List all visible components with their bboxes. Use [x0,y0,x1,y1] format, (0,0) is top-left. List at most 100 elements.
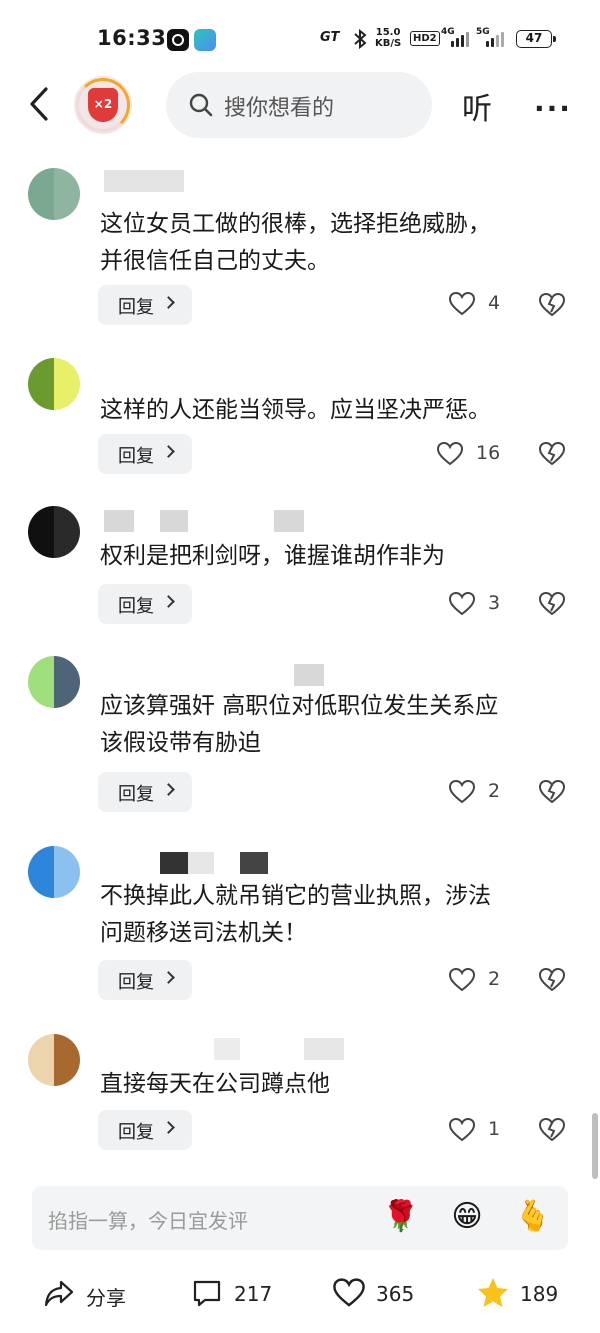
chevron-right-icon [162,296,175,309]
comments-button[interactable]: 217 [190,1276,290,1310]
like-count: 4 [488,292,501,314]
app-notification-icon [167,29,189,51]
like-post-button[interactable]: 365 [332,1276,432,1310]
comment-text: 不换掉此人就吊销它的营业执照，涉法 问题移送司法机关！ [100,878,560,952]
like-count: 1 [488,1118,501,1140]
reply-button[interactable]: 回复 [98,584,192,624]
shield-badge-icon: ×2 [88,88,118,122]
comments-count: 217 [234,1282,273,1306]
comment-line: 这位女员工做的很棒，选择拒绝威胁， [100,211,491,237]
top-header: ×2 搜你想看的 听 ··· [0,70,600,140]
user-avatar[interactable] [28,506,80,558]
chevron-right-icon [162,1121,175,1134]
like-count: 16 [476,442,501,464]
search-placeholder: 搜你想看的 [224,96,335,121]
star-icon [478,1278,508,1307]
comment-line: 这样的人还能当领导。应当坚决严惩。 [100,397,491,423]
likes-count: 365 [376,1282,415,1306]
like-button[interactable]: 2 [448,966,500,996]
heart-icon [448,967,476,992]
more-options-icon[interactable]: ··· [534,92,572,125]
comment-line: 应该算强奸 高职位对低职位发生关系应 [100,693,499,719]
chevron-right-icon [162,595,175,608]
search-input[interactable]: 搜你想看的 [166,72,432,138]
reply-button[interactable]: 回复 [98,285,192,325]
comment-line: 权利是把利剑呀，谁握谁胡作非为 [100,543,445,569]
back-icon[interactable] [22,84,58,124]
net-speed-unit: KB/S [375,38,402,49]
scrollbar[interactable] [592,1113,598,1179]
heart-icon [333,1278,365,1307]
broken-heart-icon[interactable] [538,440,566,468]
broken-heart-icon[interactable] [538,590,566,618]
broken-heart-icon[interactable] [538,966,566,994]
like-button[interactable]: 1 [448,1116,500,1146]
reply-label: 回复 [118,972,154,993]
bluetooth-icon [354,28,367,50]
heart-icon [448,591,476,616]
carrier-badge: GT [320,30,340,45]
heart-icon [448,291,476,316]
comment-line: 该假设带有胁迫 [100,730,261,756]
broken-heart-icon[interactable] [538,778,566,806]
grin-emoji-icon[interactable]: 😁 [448,1198,486,1236]
bottom-action-bar: 分享 217 365 189 [0,1262,600,1322]
like-button[interactable]: 4 [448,290,500,320]
broken-heart-icon[interactable] [538,291,566,319]
finger-heart-emoji-icon[interactable]: 🫰 [514,1198,552,1236]
share-icon [44,1280,74,1307]
like-button[interactable]: 16 [436,440,500,470]
reply-button[interactable]: 回复 [98,434,192,474]
user-avatar[interactable] [28,1034,80,1086]
comment-text: 直接每天在公司蹲点他 [100,1066,560,1103]
favorite-button[interactable]: 189 [476,1276,576,1310]
reward-badge[interactable]: ×2 [74,76,132,134]
comment-text: 这样的人还能当领导。应当坚决严惩。 [100,392,560,429]
chevron-right-icon [162,783,175,796]
rose-emoji-icon[interactable]: 🌹 [382,1198,420,1236]
signal-bars-icon-2 [484,31,504,47]
comment-line: 问题移送司法机关！ [100,920,307,946]
user-avatar[interactable] [28,846,80,898]
comment-line: 并很信任自己的丈夫。 [100,248,330,274]
signal-bars-icon [449,31,469,47]
comment-line: 直接每天在公司蹲点他 [100,1071,330,1097]
favorites-count: 189 [520,1282,559,1306]
search-icon [189,93,213,117]
reply-label: 回复 [118,1122,154,1143]
like-button[interactable]: 2 [448,778,500,808]
comment-placeholder: 掐指一算，今日宜发评 [48,1209,248,1233]
comment-text: 应该算强奸 高职位对低职位发生关系应 该假设带有胁迫 [100,688,560,762]
heart-icon [448,1117,476,1142]
status-time: 16:33 [97,26,167,50]
share-button[interactable]: 分享 [42,1276,142,1310]
comment-text: 权利是把利剑呀，谁握谁胡作非为 [100,538,560,575]
reply-label: 回复 [118,596,154,617]
reply-button[interactable]: 回复 [98,960,192,1000]
reply-label: 回复 [118,784,154,805]
comment-text: 这位女员工做的很棒，选择拒绝威胁， 并很信任自己的丈夫。 [100,206,560,280]
listen-button[interactable]: 听 [462,84,492,128]
reply-button[interactable]: 回复 [98,1110,192,1150]
reply-label: 回复 [118,446,154,467]
like-button[interactable]: 3 [448,590,500,620]
like-count: 3 [488,592,501,614]
comment-input[interactable]: 掐指一算，今日宜发评 🌹 😁 🫰 [32,1186,568,1250]
reply-button[interactable]: 回复 [98,772,192,812]
status-bar: 16:33 GT 15.0 KB/S HD2 4G 5G 47 [0,0,600,78]
user-avatar[interactable] [28,168,80,220]
chevron-right-icon [162,445,175,458]
user-avatar[interactable] [28,656,80,708]
like-count: 2 [488,968,501,990]
app-notification-icon-2 [194,29,216,51]
net-speed-value: 15.0 [375,27,401,38]
comment-bubble-icon [193,1280,221,1307]
battery-indicator: 47 [516,30,556,48]
user-avatar[interactable] [28,358,80,410]
reply-label: 回复 [118,297,154,318]
heart-icon [448,779,476,804]
chevron-right-icon [162,971,175,984]
like-count: 2 [488,780,501,802]
broken-heart-icon[interactable] [538,1116,566,1144]
share-label: 分享 [86,1286,126,1310]
